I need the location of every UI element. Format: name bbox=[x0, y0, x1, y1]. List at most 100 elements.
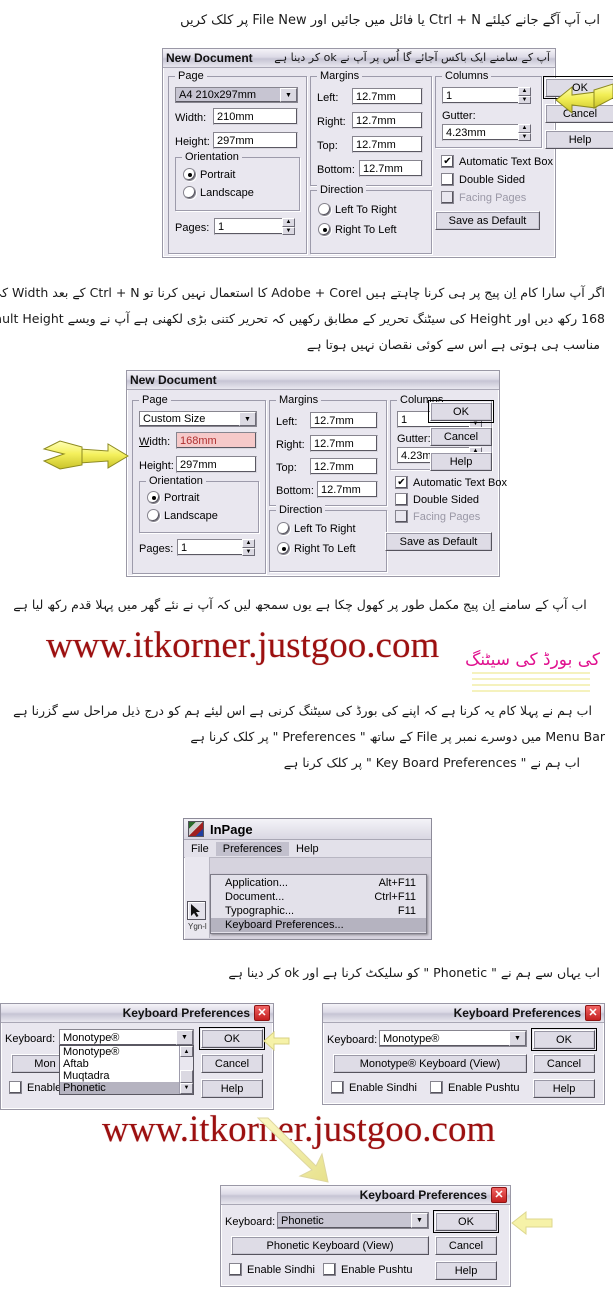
radio-right-to-left[interactable]: Right To Left bbox=[318, 223, 397, 236]
keyboard-combo[interactable]: Monotype® ▼ bbox=[379, 1030, 527, 1047]
checkbox-double-sided[interactable]: Double Sided bbox=[395, 493, 479, 506]
stepper-down-icon[interactable]: ▼ bbox=[518, 95, 531, 104]
top-margin-field[interactable]: 12.7mm bbox=[352, 136, 423, 153]
scrollbar-thumb[interactable] bbox=[180, 1070, 193, 1083]
checkbox-automatic-text-box[interactable]: ✔ Automatic Text Box bbox=[441, 155, 553, 168]
menu-item-document[interactable]: Document... Ctrl+F11 bbox=[211, 890, 426, 904]
right-margin-field[interactable]: 12.7mm bbox=[310, 435, 378, 452]
close-icon[interactable]: ✕ bbox=[585, 1005, 601, 1021]
dropdown-option-phonetic[interactable]: Phonetic bbox=[60, 1082, 179, 1094]
pages-field[interactable]: 1 bbox=[177, 539, 244, 556]
menu-item-keyboard-preferences[interactable]: Keyboard Preferences... bbox=[211, 918, 426, 932]
checkbox-automatic-text-box[interactable]: ✔ Automatic Text Box bbox=[395, 476, 507, 489]
dialog-titlebar[interactable]: Keyboard Preferences ✕ bbox=[1, 1004, 273, 1023]
columns-count-field[interactable]: 1 bbox=[442, 87, 520, 104]
stepper-down-icon[interactable]: ▼ bbox=[242, 547, 255, 556]
top-margin-field[interactable]: 12.7mm bbox=[310, 458, 378, 475]
chevron-down-icon[interactable]: ▼ bbox=[509, 1031, 526, 1046]
dropdown-option-muqtadra[interactable]: Muqtadra bbox=[60, 1070, 179, 1082]
pages-stepper[interactable]: ▲ ▼ bbox=[282, 218, 295, 235]
width-field[interactable]: 210mm bbox=[213, 108, 298, 125]
keyboard-combo[interactable]: Monotype® ▼ bbox=[59, 1029, 194, 1046]
scroll-down-icon[interactable]: ▼ bbox=[180, 1082, 193, 1094]
gutter-stepper[interactable]: ▲ ▼ bbox=[518, 124, 531, 141]
dropdown-scrollbar[interactable]: ▲ ▼ bbox=[179, 1046, 193, 1094]
pointer-tool-button[interactable] bbox=[187, 901, 206, 920]
menu-file[interactable]: File bbox=[184, 842, 216, 856]
stepper-down-icon[interactable]: ▼ bbox=[518, 132, 531, 141]
right-margin-field[interactable]: 12.7mm bbox=[352, 112, 423, 129]
pages-stepper[interactable]: ▲ ▼ bbox=[242, 539, 255, 556]
dialog-titlebar[interactable]: Keyboard Preferences ✕ bbox=[323, 1004, 604, 1023]
page-size-combo[interactable]: Custom Size ▼ bbox=[139, 411, 257, 427]
menu-help[interactable]: Help bbox=[289, 842, 326, 856]
close-icon[interactable]: ✕ bbox=[491, 1187, 507, 1203]
radio-left-to-right[interactable]: Left To Right bbox=[277, 522, 356, 535]
bottom-margin-field[interactable]: 12.7mm bbox=[317, 481, 378, 498]
radio-landscape[interactable]: Landscape bbox=[183, 186, 254, 199]
help-button[interactable]: Help bbox=[533, 1079, 595, 1098]
keyboard-combo[interactable]: Phonetic ▼ bbox=[277, 1212, 429, 1229]
ok-button[interactable]: OK bbox=[531, 1028, 597, 1051]
chevron-down-icon[interactable]: ▼ bbox=[280, 88, 297, 102]
gutter-field[interactable]: 4.23mm bbox=[442, 124, 520, 141]
chevron-down-icon[interactable]: ▼ bbox=[176, 1030, 193, 1045]
checkbox-enable-pushtu[interactable]: Enable Pushtu bbox=[430, 1081, 520, 1094]
stepper-down-icon[interactable]: ▼ bbox=[282, 226, 295, 235]
cancel-button[interactable]: Cancel bbox=[430, 427, 492, 446]
keyboard-view-button[interactable]: Monotype® Keyboard (View) bbox=[333, 1054, 527, 1073]
stepper-up-icon[interactable]: ▲ bbox=[518, 87, 531, 96]
stepper-up-icon[interactable]: ▲ bbox=[242, 539, 255, 548]
save-as-default-button[interactable]: Save as Default bbox=[435, 211, 540, 230]
chevron-down-icon[interactable]: ▼ bbox=[411, 1213, 428, 1228]
checkbox-enable-sindhi[interactable]: Enable Sindhi bbox=[331, 1081, 417, 1094]
stepper-up-icon[interactable]: ▲ bbox=[518, 124, 531, 133]
scroll-up-icon[interactable]: ▲ bbox=[180, 1046, 193, 1058]
left-margin-field[interactable]: 12.7mm bbox=[310, 412, 378, 429]
close-icon[interactable]: ✕ bbox=[254, 1005, 270, 1021]
checkbox-enable-pushtu[interactable]: Enable Pushtu bbox=[323, 1263, 413, 1276]
stepper-up-icon[interactable]: ▲ bbox=[282, 218, 295, 227]
dialog-titlebar[interactable]: Keyboard Preferences ✕ bbox=[221, 1186, 510, 1205]
help-button[interactable]: Help bbox=[545, 130, 613, 149]
chevron-down-icon[interactable]: ▼ bbox=[239, 412, 256, 426]
menu-item-application[interactable]: Application... Alt+F11 bbox=[211, 876, 426, 890]
checkbox-enable-sindhi[interactable]: Enable bbox=[9, 1081, 61, 1094]
keyboard-dropdown-list[interactable]: Monotype® Aftab Muqtadra Phonetic ▲ ▼ bbox=[59, 1045, 194, 1095]
page-size-combo[interactable]: A4 210x297mm ▼ bbox=[175, 87, 298, 103]
radio-portrait[interactable]: Portrait bbox=[147, 491, 199, 504]
pages-field[interactable]: 1 bbox=[214, 218, 284, 235]
help-button[interactable]: Help bbox=[435, 1261, 497, 1280]
menu-preferences[interactable]: Preferences bbox=[215, 841, 290, 856]
columns-stepper[interactable]: ▲ ▼ bbox=[518, 87, 531, 104]
help-button[interactable]: Help bbox=[430, 452, 492, 471]
radio-landscape[interactable]: Landscape bbox=[147, 509, 218, 522]
top-margin-value: 12.7mm bbox=[314, 460, 354, 473]
bottom-margin-field[interactable]: 12.7mm bbox=[359, 160, 423, 177]
ok-button[interactable]: OK bbox=[433, 1210, 499, 1233]
ok-button[interactable]: OK bbox=[428, 400, 494, 423]
height-field[interactable]: 297mm bbox=[176, 456, 257, 473]
menu-item-typographic[interactable]: Typographic... F11 bbox=[211, 904, 426, 918]
checkbox-double-sided[interactable]: Double Sided bbox=[441, 173, 525, 186]
save-as-default-button[interactable]: Save as Default bbox=[385, 532, 492, 551]
dialog-titlebar[interactable]: New Document آپ کے سامنے ایک باکس آجائے … bbox=[163, 49, 555, 68]
radio-portrait[interactable]: Portrait bbox=[183, 168, 235, 181]
dropdown-option-aftab[interactable]: Aftab bbox=[60, 1058, 179, 1070]
keyboard-view-button[interactable]: Phonetic Keyboard (View) bbox=[231, 1236, 429, 1255]
left-margin-field[interactable]: 12.7mm bbox=[352, 88, 423, 105]
cancel-button[interactable]: Cancel bbox=[435, 1236, 497, 1255]
cancel-button[interactable]: Cancel bbox=[201, 1054, 263, 1073]
width-field[interactable]: 168mm bbox=[176, 432, 257, 449]
radio-right-to-left[interactable]: Right To Left bbox=[277, 542, 356, 555]
radio-left-to-right[interactable]: Left To Right bbox=[318, 203, 397, 216]
dropdown-option-monotype[interactable]: Monotype® bbox=[60, 1046, 179, 1058]
height-field[interactable]: 297mm bbox=[213, 132, 298, 149]
cancel-button[interactable]: Cancel bbox=[533, 1054, 595, 1073]
inpage-titlebar[interactable]: InPage bbox=[184, 819, 431, 840]
checkbox-enable-sindhi[interactable]: Enable Sindhi bbox=[229, 1263, 315, 1276]
radio-dot-icon bbox=[277, 542, 290, 555]
ok-button[interactable]: OK bbox=[199, 1027, 265, 1050]
help-button[interactable]: Help bbox=[201, 1079, 263, 1098]
dialog-titlebar[interactable]: New Document bbox=[127, 371, 499, 390]
